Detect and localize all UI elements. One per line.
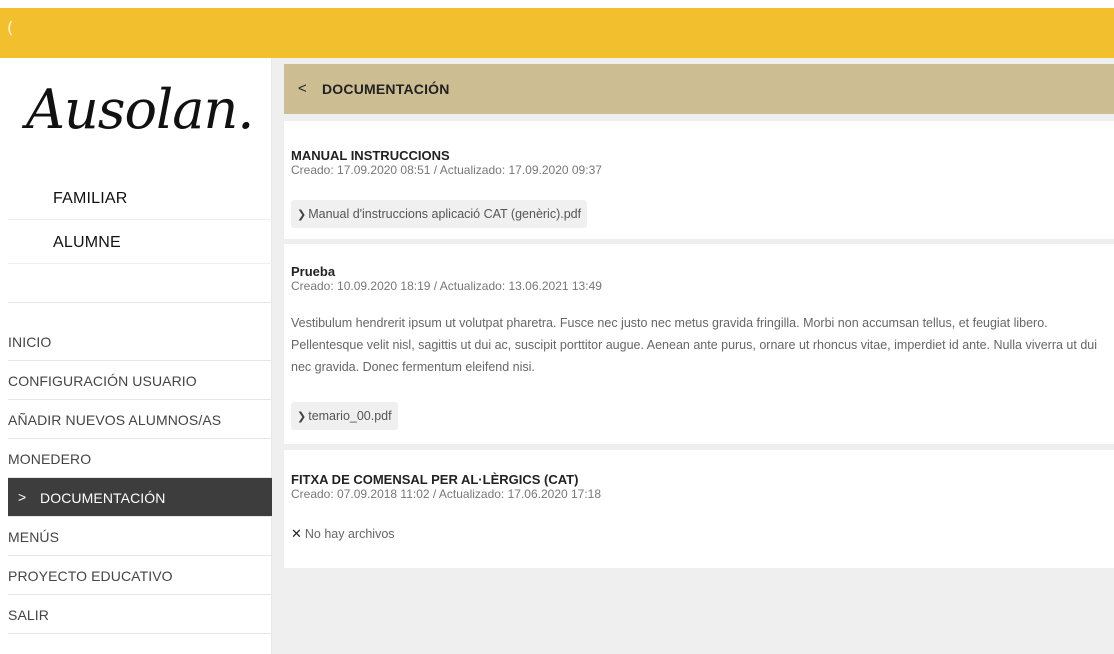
- sidebar-nav: INICIO CONFIGURACIÓN USUARIO AÑADIR NUEV…: [8, 322, 272, 634]
- nav-item-label: DOCUMENTACIÓN: [40, 490, 166, 506]
- sidebar: Ausolan. FAMILIAR ALUMNE INICIO CONFIGUR…: [8, 58, 272, 654]
- top-bar: (: [0, 8, 1114, 58]
- document-card: Prueba Creado: 10.09.2020 18:19 / Actual…: [284, 244, 1114, 444]
- nav-item-label: AÑADIR NUEVOS ALUMNOS/AS: [8, 412, 222, 428]
- chevron-left-icon[interactable]: <: [298, 80, 307, 97]
- nav-item-label: INICIO: [8, 334, 52, 350]
- document-description: Vestibulum hendrerit ipsum ut volutpat p…: [291, 316, 1098, 374]
- ausolan-logo: Ausolan.: [26, 78, 254, 141]
- attachment-name: temario_00.pdf: [308, 409, 392, 423]
- nav-item-monedero[interactable]: MONEDERO: [8, 439, 272, 478]
- document-meta: Creado: 07.09.2018 11:02 / Actualizado: …: [291, 487, 602, 501]
- nav-item-label: PROYECTO EDUCATIVO: [8, 568, 173, 584]
- nav-item-label: SALIR: [8, 607, 49, 623]
- attachment-button[interactable]: ❯ Manual d'instruccions aplicació CAT (ge…: [291, 200, 588, 228]
- nav-item-proyecto-educativo[interactable]: PROYECTO EDUCATIVO: [8, 556, 272, 595]
- double-chevron-down-icon: ❯: [297, 209, 307, 221]
- cross-icon: ✕: [291, 526, 302, 541]
- nav-item-menus[interactable]: MENÚS: [8, 517, 272, 556]
- document-card: FITXA DE COMENSAL PER AL·LÈRGICS (CAT) C…: [284, 450, 1114, 568]
- document-meta: Creado: 10.09.2020 18:19 / Actualizado: …: [291, 279, 602, 293]
- nav-item-label: MENÚS: [8, 529, 60, 545]
- profile-item-label: FAMILIAR: [53, 190, 128, 207]
- nav-item-anadir-alumnos[interactable]: AÑADIR NUEVOS ALUMNOS/AS: [8, 400, 272, 439]
- top-back-button[interactable]: (: [7, 18, 13, 37]
- document-meta: Creado: 17.09.2020 08:51 / Actualizado: …: [291, 163, 602, 177]
- attachment-button[interactable]: ❯ temario_00.pdf: [291, 402, 398, 430]
- nav-item-salir[interactable]: SALIR: [8, 595, 272, 634]
- nav-item-label: MONEDERO: [8, 451, 92, 467]
- profile-item-label: ALUMNE: [53, 234, 121, 251]
- nav-item-documentacion[interactable]: > DOCUMENTACIÓN: [8, 478, 272, 517]
- nav-item-configuracion-usuario[interactable]: CONFIGURACIÓN USUARIO: [8, 361, 272, 400]
- profile-item-familiar[interactable]: FAMILIAR: [8, 180, 272, 220]
- nav-item-label: CONFIGURACIÓN USUARIO: [8, 373, 197, 389]
- document-title: MANUAL INSTRUCCIONS: [291, 148, 450, 163]
- chevron-right-icon: >: [18, 489, 27, 505]
- divider: [8, 302, 272, 303]
- page-title: DOCUMENTACIÓN: [322, 81, 450, 97]
- nav-item-inicio[interactable]: INICIO: [8, 322, 272, 361]
- no-files-label: No hay archivos: [304, 527, 395, 541]
- document-title: Prueba: [291, 264, 336, 279]
- main-content: < DOCUMENTACIÓN MANUAL INSTRUCCIONS Crea…: [272, 58, 1114, 654]
- page-header: < DOCUMENTACIÓN: [284, 64, 1114, 114]
- document-title: FITXA DE COMENSAL PER AL·LÈRGICS (CAT): [291, 472, 579, 487]
- attachment-name: Manual d'instruccions aplicació CAT (gen…: [308, 207, 582, 221]
- double-chevron-down-icon: ❯: [297, 411, 307, 423]
- profile-item-alumne[interactable]: ALUMNE: [8, 224, 272, 264]
- no-files-message: ✕ No hay archivos: [291, 526, 395, 542]
- document-card: MANUAL INSTRUCCIONS Creado: 17.09.2020 0…: [284, 121, 1114, 239]
